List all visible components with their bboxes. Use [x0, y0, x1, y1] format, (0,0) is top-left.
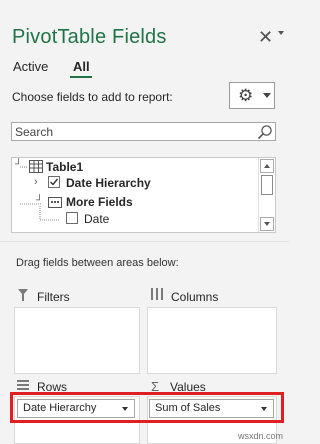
tab-all[interactable]: All [73, 59, 90, 74]
date-checkbox[interactable] [66, 212, 78, 224]
search-box[interactable] [11, 122, 276, 141]
tab-active[interactable]: Active [13, 59, 48, 74]
pane-options-chevron-icon[interactable] [278, 31, 284, 35]
table-name: Table1 [46, 160, 84, 174]
filters-drop-area[interactable] [14, 307, 140, 374]
tree-branch-icon: ┘ [15, 159, 23, 170]
watermark: wsxdn.com [237, 431, 283, 441]
rows-icon [17, 380, 29, 390]
field-list: ┘ Table1 › Date Hierarchy ┘ More Fields … [11, 157, 276, 233]
pane-title: PivotTable Fields [12, 26, 167, 48]
filter-icon [18, 289, 28, 301]
field-date[interactable]: Date [84, 212, 109, 226]
search-icon[interactable] [257, 124, 273, 140]
date-hierarchy-checkbox[interactable] [48, 176, 60, 188]
scroll-up-button[interactable] [260, 159, 274, 173]
gear-icon: ⚙ [238, 86, 254, 105]
search-input[interactable] [12, 123, 242, 141]
scroll-down-button[interactable] [260, 217, 274, 231]
chevron-right-icon[interactable]: › [34, 176, 38, 188]
scroll-thumb[interactable] [261, 175, 273, 195]
columns-label: Columns [171, 290, 219, 304]
columns-icon [151, 288, 163, 300]
divider [0, 241, 289, 242]
columns-drop-area[interactable] [147, 307, 277, 374]
chevron-down-icon [263, 93, 271, 98]
collapse-icon[interactable]: ┘ [36, 195, 43, 206]
choose-fields-label: Choose fields to add to report: [12, 90, 173, 104]
highlight-box [10, 392, 284, 423]
field-date-hierarchy[interactable]: Date Hierarchy [66, 176, 151, 190]
tools-button[interactable]: ⚙ [229, 82, 275, 109]
checkmark-icon [50, 178, 59, 186]
table-icon [29, 160, 43, 173]
close-icon[interactable]: ✕ [258, 27, 274, 47]
drag-hint: Drag fields between areas below: [16, 257, 179, 269]
filters-label: Filters [37, 290, 70, 304]
folder-icon [48, 197, 62, 208]
tab-selected-indicator [70, 76, 92, 78]
folder-more-fields[interactable]: More Fields [66, 195, 133, 209]
field-list-scrollbar[interactable] [258, 158, 275, 232]
